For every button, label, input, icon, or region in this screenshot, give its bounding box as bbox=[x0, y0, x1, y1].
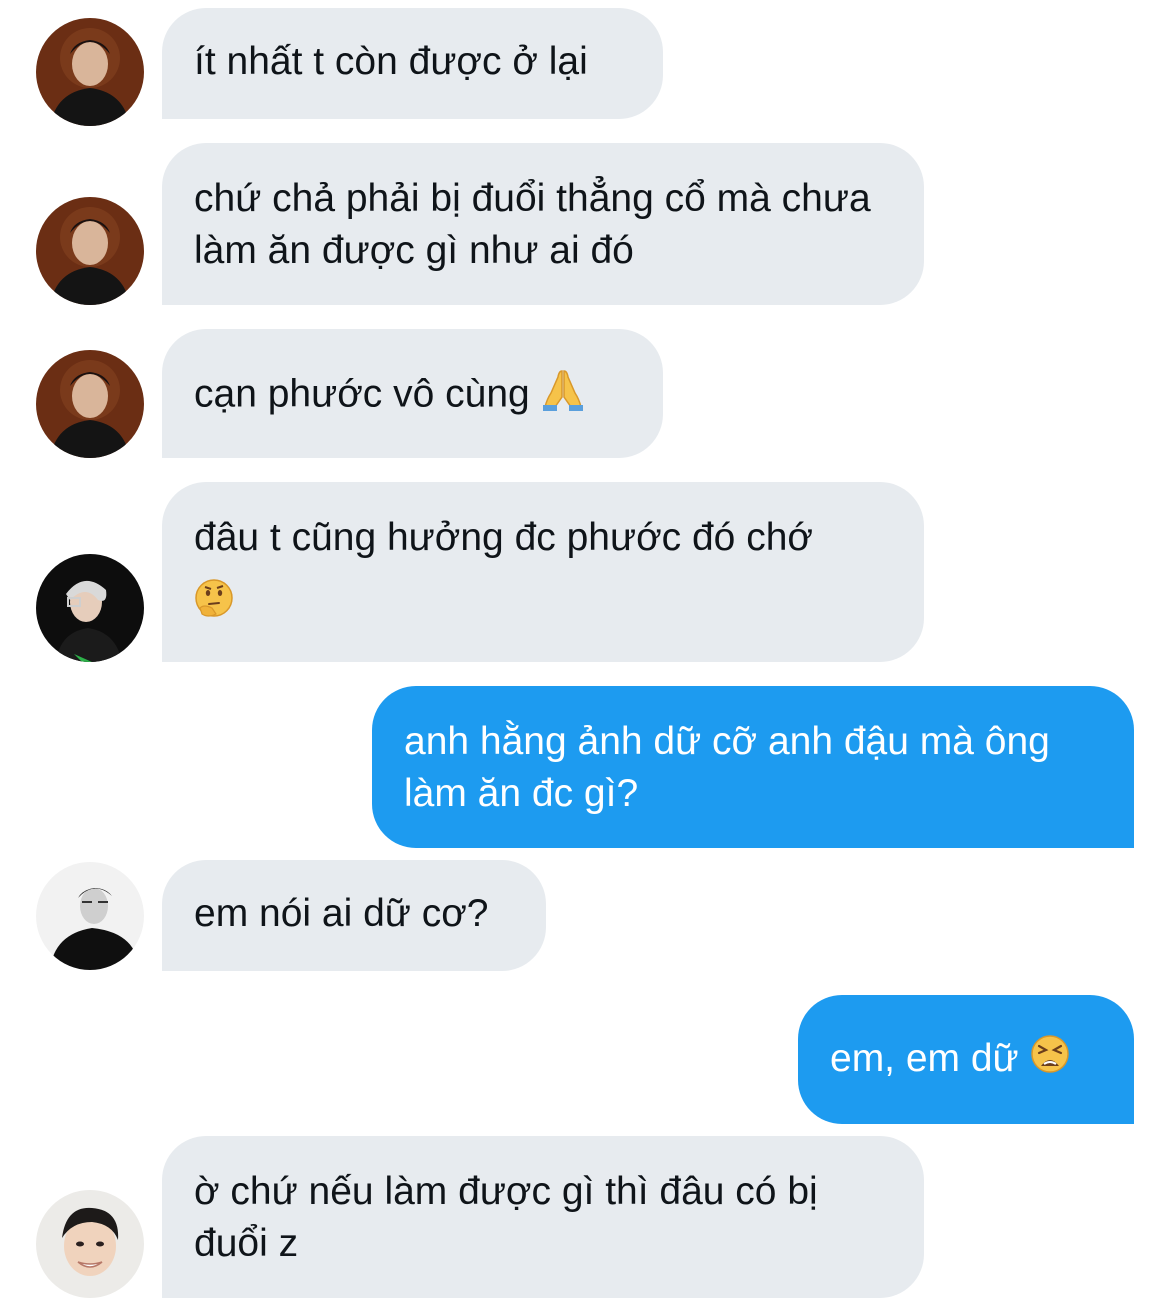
message-row: ít nhất t còn được ở lại bbox=[0, 8, 1170, 126]
message-row: ờ chứ nếu làm được gì thì đâu có bị đuổi… bbox=[0, 1136, 1170, 1298]
message-bubble[interactable]: ờ chứ nếu làm được gì thì đâu có bị đuổi… bbox=[162, 1136, 924, 1298]
message-text: ờ chứ nếu làm được gì thì đâu có bị đuổi… bbox=[194, 1170, 818, 1265]
message-bubble[interactable]: em nói ai dữ cơ? bbox=[162, 860, 546, 971]
avatar-image bbox=[36, 18, 144, 126]
avatar-image bbox=[36, 197, 144, 305]
avatar-image bbox=[36, 554, 144, 662]
avatar[interactable] bbox=[36, 18, 144, 126]
folded-hands-icon bbox=[541, 367, 585, 425]
message-bubble[interactable]: chứ chả phải bị đuổi thẳng cổ mà chưa là… bbox=[162, 143, 924, 305]
message-row: chứ chả phải bị đuổi thẳng cổ mà chưa là… bbox=[0, 143, 1170, 305]
avatar[interactable] bbox=[36, 862, 144, 970]
tired-face-icon bbox=[1030, 1034, 1070, 1088]
message-text: ít nhất t còn được ở lại bbox=[194, 40, 588, 83]
message-text: em, em dữ bbox=[830, 1037, 1019, 1080]
message-row: em, em dữ bbox=[0, 995, 1170, 1124]
message-bubble[interactable]: cạn phước vô cùng bbox=[162, 329, 663, 458]
avatar-image bbox=[36, 350, 144, 458]
message-row: đâu t cũng hưởng đc phước đó chớ bbox=[0, 482, 1170, 662]
message-row: cạn phước vô cùng bbox=[0, 329, 1170, 458]
avatar[interactable] bbox=[36, 1190, 144, 1298]
avatar-image bbox=[36, 862, 144, 970]
message-text: anh hằng ảnh dữ cỡ anh đậu mà ông làm ăn… bbox=[404, 720, 1050, 815]
message-row: anh hằng ảnh dữ cỡ anh đậu mà ông làm ăn… bbox=[0, 686, 1170, 848]
thinking-face-icon bbox=[194, 578, 234, 632]
message-text: đâu t cũng hưởng đc phước đó chớ bbox=[194, 516, 813, 559]
message-bubble[interactable]: đâu t cũng hưởng đc phước đó chớ bbox=[162, 482, 924, 662]
message-text: cạn phước vô cùng bbox=[194, 372, 530, 416]
avatar[interactable] bbox=[36, 197, 144, 305]
message-bubble[interactable]: ít nhất t còn được ở lại bbox=[162, 8, 663, 119]
avatar[interactable] bbox=[36, 554, 144, 662]
message-bubble[interactable]: anh hằng ảnh dữ cỡ anh đậu mà ông làm ăn… bbox=[372, 686, 1134, 848]
message-text: chứ chả phải bị đuổi thẳng cổ mà chưa là… bbox=[194, 177, 871, 272]
message-text: em nói ai dữ cơ? bbox=[194, 892, 489, 935]
avatar[interactable] bbox=[36, 350, 144, 458]
message-row: em nói ai dữ cơ? bbox=[0, 860, 1170, 971]
message-bubble[interactable]: em, em dữ bbox=[798, 995, 1134, 1124]
avatar-image bbox=[36, 1190, 144, 1298]
